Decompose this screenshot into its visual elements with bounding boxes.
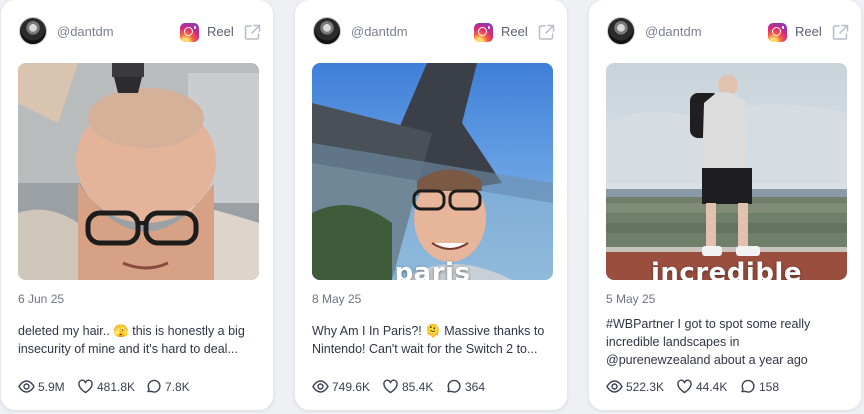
comments-count: 364 <box>465 380 486 394</box>
post-type-label: Reel <box>501 24 528 39</box>
card-header: @dantdm Reel <box>313 17 556 47</box>
instagram-icon <box>768 23 787 42</box>
account-handle[interactable]: @dantdm <box>351 24 408 39</box>
instagram-icon <box>180 23 199 42</box>
instagram-icon <box>474 23 493 42</box>
avatar[interactable] <box>19 17 47 45</box>
thumbnail-overlay-text: paris <box>394 258 471 280</box>
post-thumbnail[interactable] <box>18 63 259 280</box>
post-card[interactable]: @dantdm Reel 6 Jun 25 deleted my hair.. … <box>1 0 273 410</box>
likes-count: 481.8K <box>97 380 136 394</box>
avatar[interactable] <box>313 17 341 45</box>
views-count: 522.3K <box>626 380 665 394</box>
heart-icon <box>677 379 692 394</box>
post-date: 8 May 25 <box>312 292 362 306</box>
post-caption: deleted my hair.. 🫣 this is honestly a b… <box>18 324 245 356</box>
external-link-icon[interactable] <box>831 23 850 42</box>
views-count: 5.9M <box>38 380 65 394</box>
account-handle[interactable]: @dantdm <box>645 24 702 39</box>
post-thumbnail[interactable]: paris <box>312 63 553 280</box>
heart-icon <box>78 379 93 394</box>
post-card[interactable]: @dantdm Reel <box>589 0 861 410</box>
comments-count: 7.8K <box>165 380 190 394</box>
post-thumbnail[interactable]: incredible <box>606 63 847 280</box>
likes-count: 85.4K <box>402 380 434 394</box>
post-type-label: Reel <box>207 24 234 39</box>
likes-count: 44.4K <box>696 380 728 394</box>
eye-icon <box>18 380 35 393</box>
eye-icon <box>312 380 329 393</box>
external-link-icon[interactable] <box>537 23 556 42</box>
card-header: @dantdm Reel <box>607 17 850 47</box>
avatar[interactable] <box>607 17 635 45</box>
post-date: 5 May 25 <box>606 292 656 306</box>
comment-icon <box>147 379 161 393</box>
comments-count: 158 <box>759 380 780 394</box>
account-handle[interactable]: @dantdm <box>57 24 114 39</box>
eye-icon <box>606 380 623 393</box>
post-caption: #WBPartner I got to spot some really inc… <box>606 317 811 367</box>
card-header: @dantdm Reel <box>19 17 262 47</box>
post-card[interactable]: @dantdm Reel <box>295 0 567 410</box>
post-date: 6 Jun 25 <box>18 292 65 306</box>
external-link-icon[interactable] <box>243 23 262 42</box>
comment-icon <box>447 379 461 393</box>
thumbnail-overlay-text: incredible <box>651 258 802 280</box>
post-caption: Why Am I In Paris?! 🫠 Massive thanks to … <box>312 324 545 356</box>
post-type-label: Reel <box>795 24 822 39</box>
comment-icon <box>741 379 755 393</box>
heart-icon <box>383 379 398 394</box>
views-count: 749.6K <box>332 380 371 394</box>
